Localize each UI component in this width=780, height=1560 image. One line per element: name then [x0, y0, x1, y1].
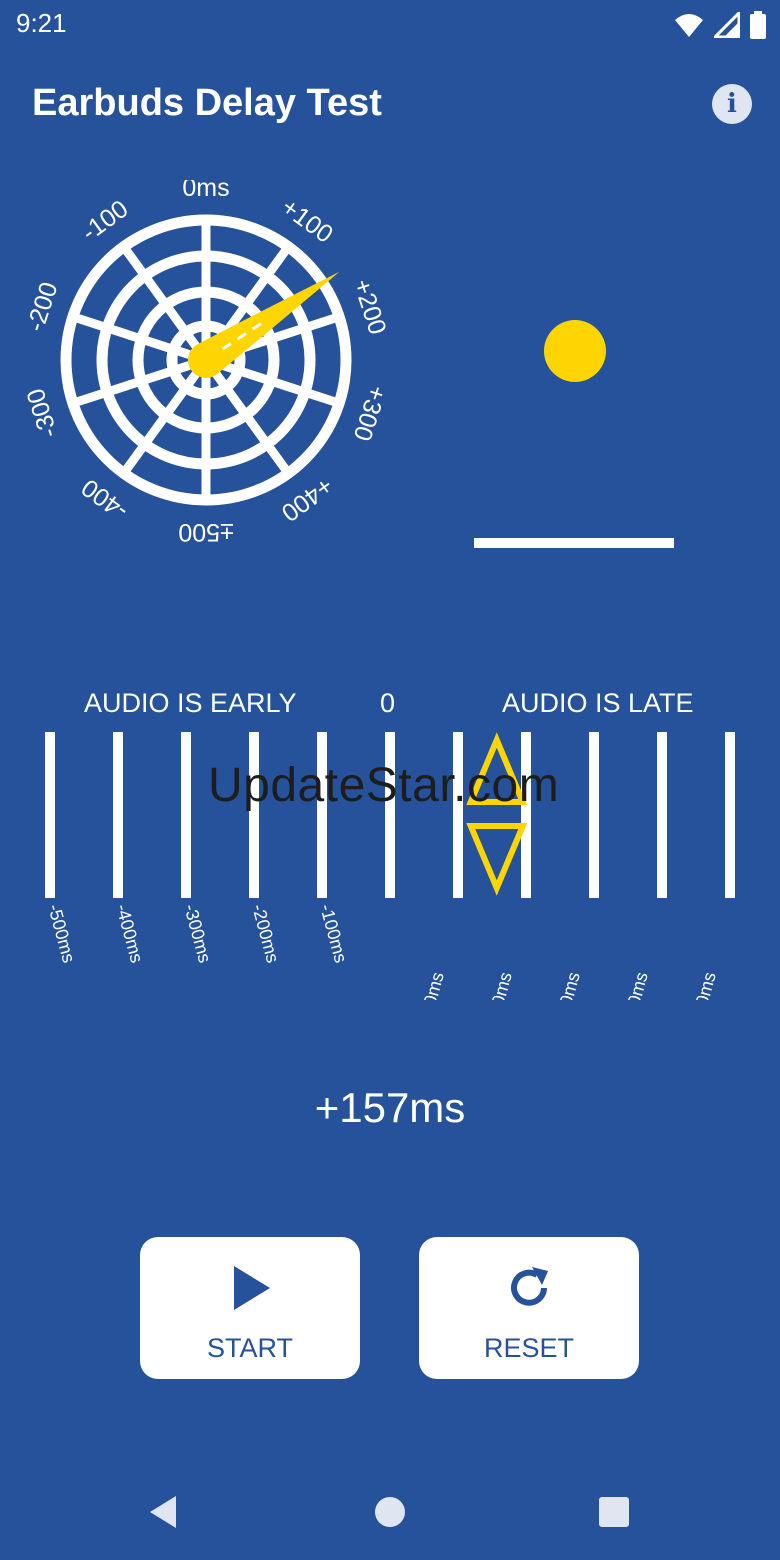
refresh-icon	[511, 1267, 548, 1306]
scale-tick	[453, 732, 463, 898]
scale-tick	[589, 732, 599, 898]
scale-tick	[521, 732, 531, 898]
scale-tick-label: +200ms	[480, 970, 516, 1000]
start-button-label: START	[206, 1333, 293, 1363]
signal-icon	[714, 12, 740, 38]
delay-dial: 0ms+100+200+300+400±500-400-300-200-100	[21, 180, 392, 546]
scale-ticks	[45, 732, 735, 898]
zero-label: 0	[380, 688, 396, 718]
dial-label: +300	[348, 382, 392, 444]
scale-tick	[725, 732, 735, 898]
nav-bar	[150, 1496, 629, 1528]
wifi-icon	[675, 14, 703, 37]
scale-tick-label: -500ms	[44, 902, 79, 965]
dial-label: 0ms	[182, 180, 229, 202]
scale-tick-label: +300ms	[548, 970, 584, 1000]
marker-down-triangle	[466, 823, 528, 896]
dial-label: -400	[76, 473, 133, 525]
back-icon[interactable]	[150, 1496, 176, 1528]
battery-icon	[750, 11, 766, 39]
play-icon	[234, 1266, 270, 1310]
audio-early-label: AUDIO IS EARLY	[84, 688, 297, 718]
home-icon[interactable]	[375, 1497, 405, 1527]
status-icons	[674, 10, 766, 40]
reset-button-label: RESET	[483, 1333, 575, 1363]
dial-label: -100	[76, 195, 133, 247]
scale-tick-label: +500ms	[684, 970, 720, 1000]
watermark: UpdateStar.com	[208, 759, 560, 812]
scale-tick-label: -200ms	[248, 902, 283, 965]
dial-label: -300	[21, 385, 63, 441]
scale-tick	[181, 732, 191, 898]
status-time: 9:21	[16, 8, 67, 38]
scale-tick	[249, 732, 259, 898]
scale-tick-label: +100ms	[412, 970, 448, 1000]
floor-line	[474, 538, 674, 548]
bouncing-ball	[544, 320, 606, 382]
dial-label: ±500	[178, 518, 233, 546]
start-button[interactable]: START	[140, 1237, 360, 1379]
scale-tick	[385, 732, 395, 898]
scale-tick-label: -100ms	[316, 902, 351, 965]
scale-tick	[45, 732, 55, 898]
scale-tick	[317, 732, 327, 898]
scale-tick-label: -400ms	[112, 902, 147, 965]
scale-tick-labels: -500ms -400ms -300ms -200ms -100ms +100ms +200…	[44, 902, 720, 1000]
reset-button[interactable]: RESET	[419, 1237, 639, 1379]
info-icon[interactable]: i	[712, 84, 752, 124]
scale-tick-label: -300ms	[180, 902, 215, 965]
delay-value: +157ms	[314, 1084, 466, 1131]
status-bar: 9:21	[0, 0, 780, 50]
recents-icon[interactable]	[599, 1497, 629, 1527]
dial-label: -200	[21, 279, 63, 335]
scale-tick-label: +400ms	[616, 970, 652, 1000]
dial-label: +200	[348, 276, 392, 338]
audio-late-label: AUDIO IS LATE	[502, 688, 694, 718]
scale-tick	[657, 732, 667, 898]
scale-tick	[113, 732, 123, 898]
app-title: Earbuds Delay Test	[32, 82, 382, 124]
